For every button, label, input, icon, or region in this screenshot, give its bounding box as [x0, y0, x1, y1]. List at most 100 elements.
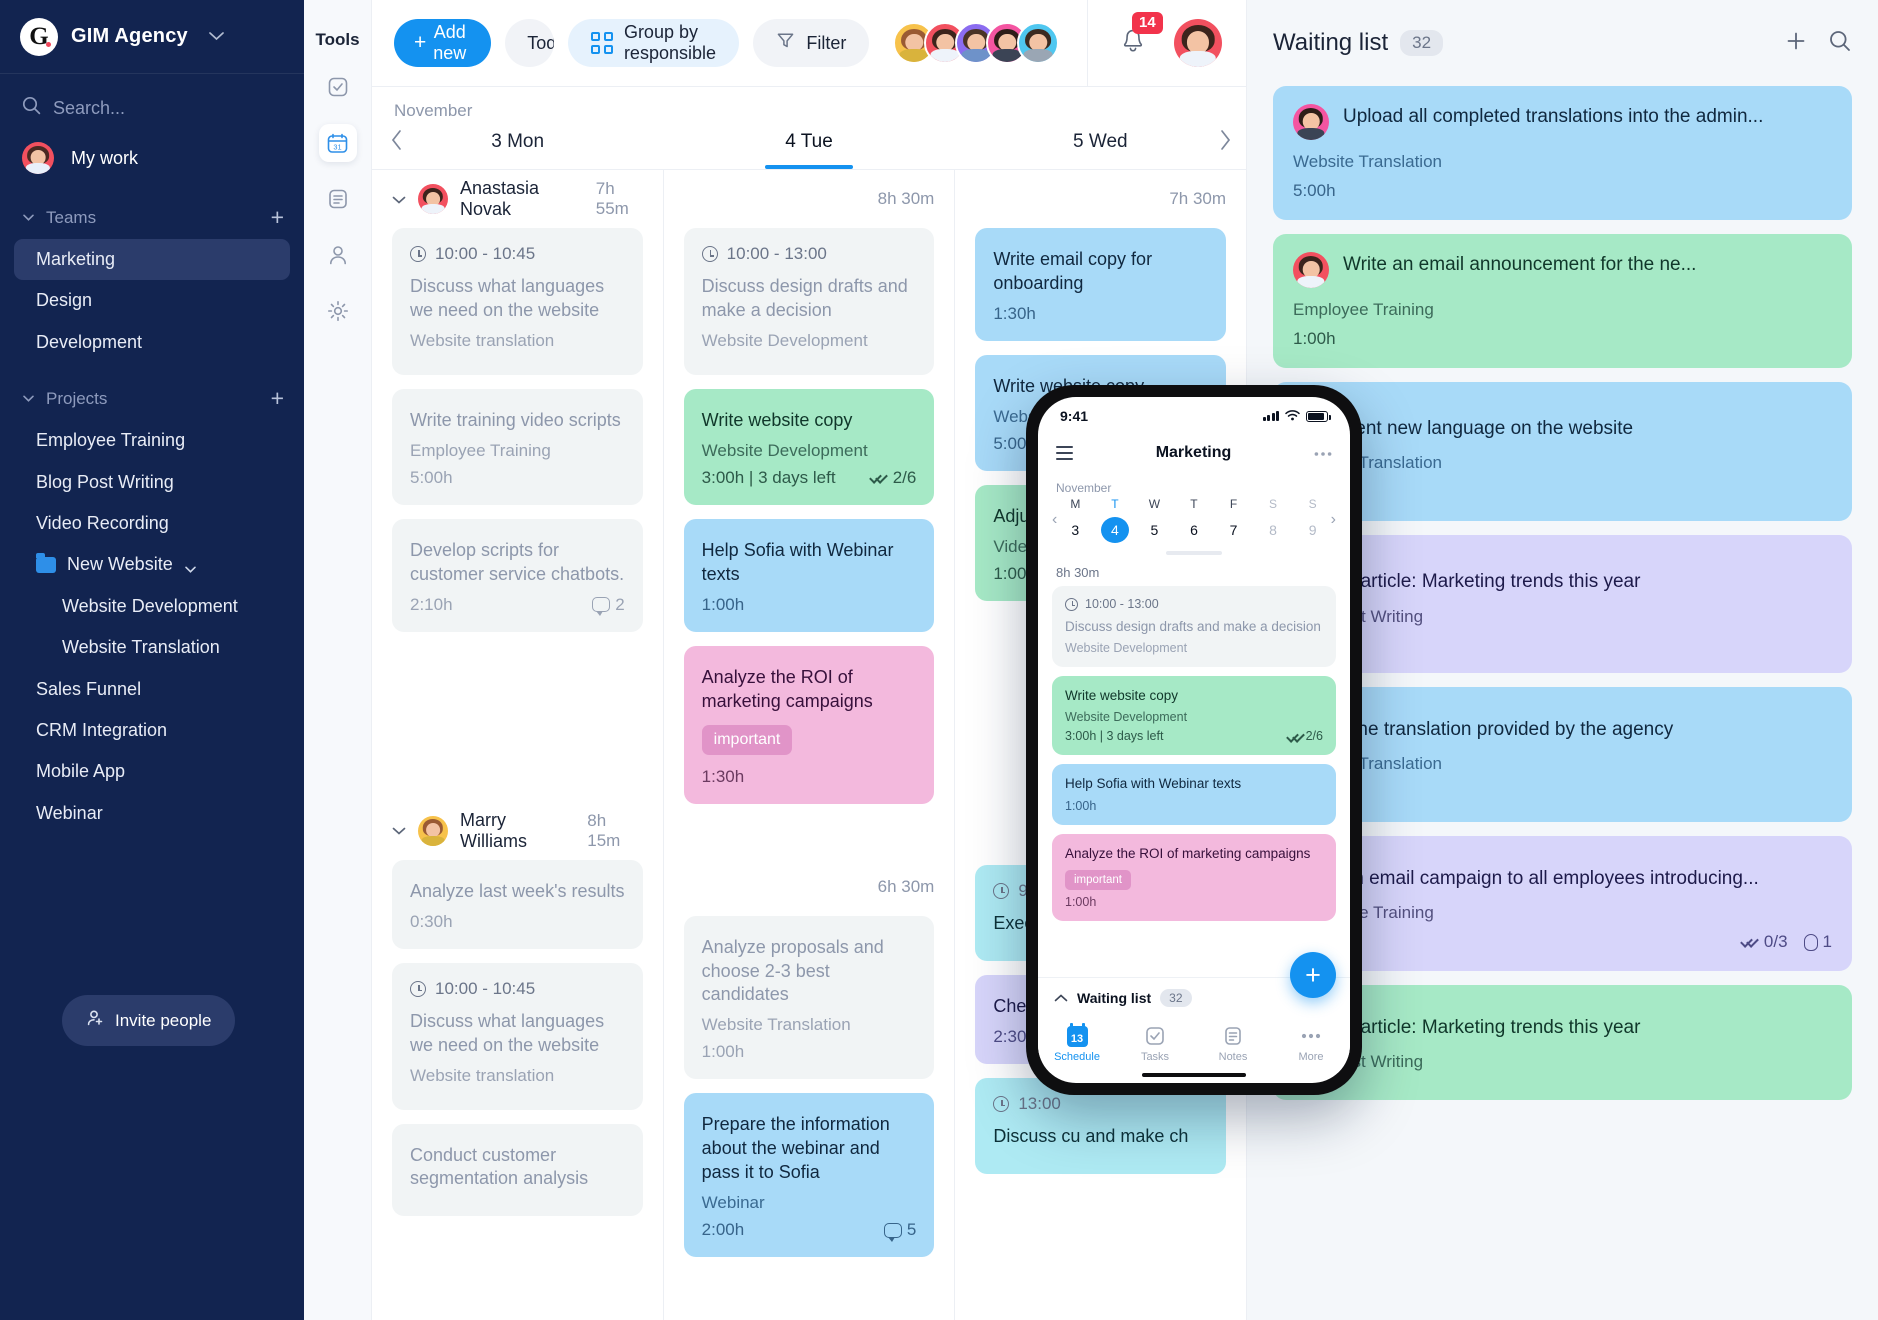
add-new-label: Add new — [433, 22, 467, 63]
phone-day[interactable]: T6 — [1180, 497, 1208, 543]
people-icon[interactable] — [319, 236, 357, 274]
waiting-card-project: Employee Training — [1293, 903, 1434, 923]
task-card[interactable]: Analyze last week's results 0:30h — [392, 859, 643, 949]
waiting-card-project: Website Translation — [1293, 152, 1442, 171]
sidebar-item-website-development[interactable]: Website Development — [14, 586, 290, 627]
day-header-tue[interactable]: 4 Tue — [663, 125, 954, 169]
chevron-down-icon[interactable] — [392, 820, 406, 841]
chevron-down-icon[interactable] — [392, 189, 406, 210]
sidebar-item-my-work[interactable]: My work — [0, 134, 304, 182]
task-card[interactable]: 10:00 - 13:00 Discuss design drafts and … — [683, 228, 935, 375]
waiting-card-project: Employee Training — [1293, 300, 1434, 319]
projects-section-header[interactable]: Projects + — [0, 363, 304, 420]
waiting-card-head: Publish article: Marketing trends this y… — [1293, 569, 1832, 594]
phone-day[interactable]: M3 — [1061, 497, 1089, 543]
task-meta: 1:00h — [702, 595, 917, 615]
filter-button[interactable]: Filter — [753, 19, 870, 67]
sidebar-item-webinar[interactable]: Webinar — [14, 793, 290, 834]
sidebar-item-mobile-app[interactable]: Mobile App — [14, 751, 290, 792]
task-meta: 3:00h | 3 days left 2/6 — [1065, 729, 1323, 743]
sidebar-item-marketing[interactable]: Marketing — [14, 239, 290, 281]
group-total-row-tue: 8h 30m — [684, 170, 935, 228]
waiting-card-project: Website Translation — [1293, 453, 1442, 473]
invite-people-button[interactable]: Invite people — [62, 995, 236, 1046]
calendar-icon[interactable]: 31 — [318, 124, 357, 162]
menu-icon[interactable] — [1056, 446, 1073, 460]
day-header-wed[interactable]: 5 Wed — [955, 125, 1246, 169]
phone-task-card[interactable]: 10:00 - 13:00 Discuss design drafts and … — [1052, 586, 1336, 668]
task-duration: 1:00h — [701, 594, 745, 614]
group-header-marry[interactable]: Marry Williams 8h 15m — [392, 802, 643, 860]
day-letter: T — [1190, 497, 1198, 511]
task-card[interactable]: Write website copy Website Development 3… — [683, 388, 935, 505]
sidebar-item-new-website[interactable]: New Website — [14, 544, 290, 585]
sidebar-item-sales-funnel[interactable]: Sales Funnel — [14, 669, 290, 710]
sidebar-item-development[interactable]: Development — [14, 322, 290, 363]
avatar[interactable] — [1174, 19, 1222, 67]
task-card[interactable]: 10:00 - 10:45 Discuss what languages we … — [392, 228, 643, 375]
search-placeholder: Search... — [53, 97, 126, 118]
sidebar-item-design[interactable]: Design — [14, 280, 290, 321]
phone-day[interactable]: S9 — [1299, 497, 1327, 543]
group-by-responsible-button[interactable]: Group by responsible — [567, 19, 740, 67]
day-header-mon[interactable]: 3 Mon — [372, 125, 663, 169]
phone-waiting-list-bar[interactable]: Waiting list 32 + — [1038, 952, 1350, 1018]
sidebar-item-employee-training[interactable]: Employee Training — [14, 420, 290, 461]
phone-task-card[interactable]: Write website copy Website Development 3… — [1052, 676, 1336, 756]
tab-schedule[interactable]: 13 Schedule — [1038, 1022, 1116, 1063]
task-card[interactable]: Analyze the ROI of marketing campaigns i… — [683, 645, 935, 804]
phone-day[interactable]: F7 — [1220, 497, 1248, 543]
comment-count[interactable]: 2 — [592, 595, 625, 617]
add-task-fab[interactable]: + — [1290, 952, 1336, 998]
group-by-label: Group by responsible — [623, 22, 716, 63]
group-header-anastasia[interactable]: Anastasia Novak 7h 55m — [392, 170, 643, 228]
phone-task-card[interactable]: Help Sofia with Webinar texts 1:00h — [1052, 764, 1336, 825]
task-card[interactable]: Analyze proposals and choose 2-3 best ca… — [683, 915, 935, 1080]
task-card[interactable]: Prepare the information about the webina… — [683, 1093, 935, 1258]
task-card[interactable]: Write training video scripts Employee Tr… — [392, 388, 643, 505]
avatar[interactable] — [1017, 22, 1060, 64]
waiting-card[interactable]: Upload all completed translations into t… — [1273, 86, 1852, 220]
sidebar-item-website-translation[interactable]: Website Translation — [14, 627, 290, 668]
task-card[interactable]: Help Sofia with Webinar texts 1:00h — [683, 518, 935, 632]
teams-section-header[interactable]: Teams + — [0, 182, 304, 239]
more-icon[interactable] — [1314, 444, 1332, 462]
task-card[interactable]: Develop scripts for customer service cha… — [392, 518, 643, 632]
prev-week-button[interactable]: ‹ — [1048, 511, 1061, 529]
waiting-card[interactable]: Write an email announcement for the ne..… — [1273, 234, 1852, 368]
settings-icon[interactable] — [319, 292, 357, 330]
tab-notes[interactable]: Notes — [1194, 1024, 1272, 1063]
phone-day[interactable]: S8 — [1259, 497, 1287, 543]
add-team-button[interactable]: + — [271, 206, 284, 229]
sidebar-item-crm-integration[interactable]: CRM Integration — [14, 710, 290, 751]
notifications-button[interactable]: 14 — [1118, 11, 1163, 61]
task-card[interactable]: Write email copy for onboarding 1:30h — [975, 228, 1227, 341]
team-avatars[interactable] — [893, 22, 1060, 64]
tab-label: Tasks — [1140, 1051, 1170, 1063]
phone-day-selected[interactable]: T4 — [1100, 497, 1129, 543]
today-selector[interactable]: Today — [505, 19, 554, 67]
sidebar-item-video-recording[interactable]: Video Recording — [14, 503, 290, 544]
clock-icon — [410, 246, 426, 262]
comment-icon — [592, 597, 611, 617]
search-input[interactable]: Search... — [0, 74, 304, 134]
phone-day[interactable]: W5 — [1140, 497, 1168, 543]
phone-task-card[interactable]: Analyze the ROI of marketing campaigns i… — [1052, 833, 1336, 921]
next-week-button[interactable]: › — [1327, 511, 1340, 529]
sidebar-item-blog-post-writing[interactable]: Blog Post Writing — [14, 462, 290, 503]
attachment-count: 1 — [1803, 932, 1832, 952]
add-task-button[interactable] — [1784, 29, 1808, 58]
notes-icon[interactable] — [319, 180, 357, 218]
task-card[interactable]: Conduct customer segmentation analysis — [392, 1123, 643, 1217]
add-project-button[interactable]: + — [271, 387, 284, 410]
tasks-icon[interactable] — [319, 68, 357, 106]
task-card[interactable]: 10:00 - 10:45 Discuss what languages we … — [392, 962, 643, 1110]
workspace-switcher[interactable]: G GIM Agency — [0, 0, 304, 74]
add-new-button[interactable]: + Add new — [394, 19, 492, 67]
task-project: Website translation — [410, 330, 555, 350]
comment-count[interactable]: 5 — [883, 1220, 916, 1242]
search-icon[interactable] — [1828, 29, 1852, 58]
tab-more[interactable]: More — [1272, 1024, 1350, 1063]
task-time-row: 10:00 - 10:45 — [410, 979, 625, 999]
tab-tasks[interactable]: Tasks — [1116, 1024, 1194, 1063]
